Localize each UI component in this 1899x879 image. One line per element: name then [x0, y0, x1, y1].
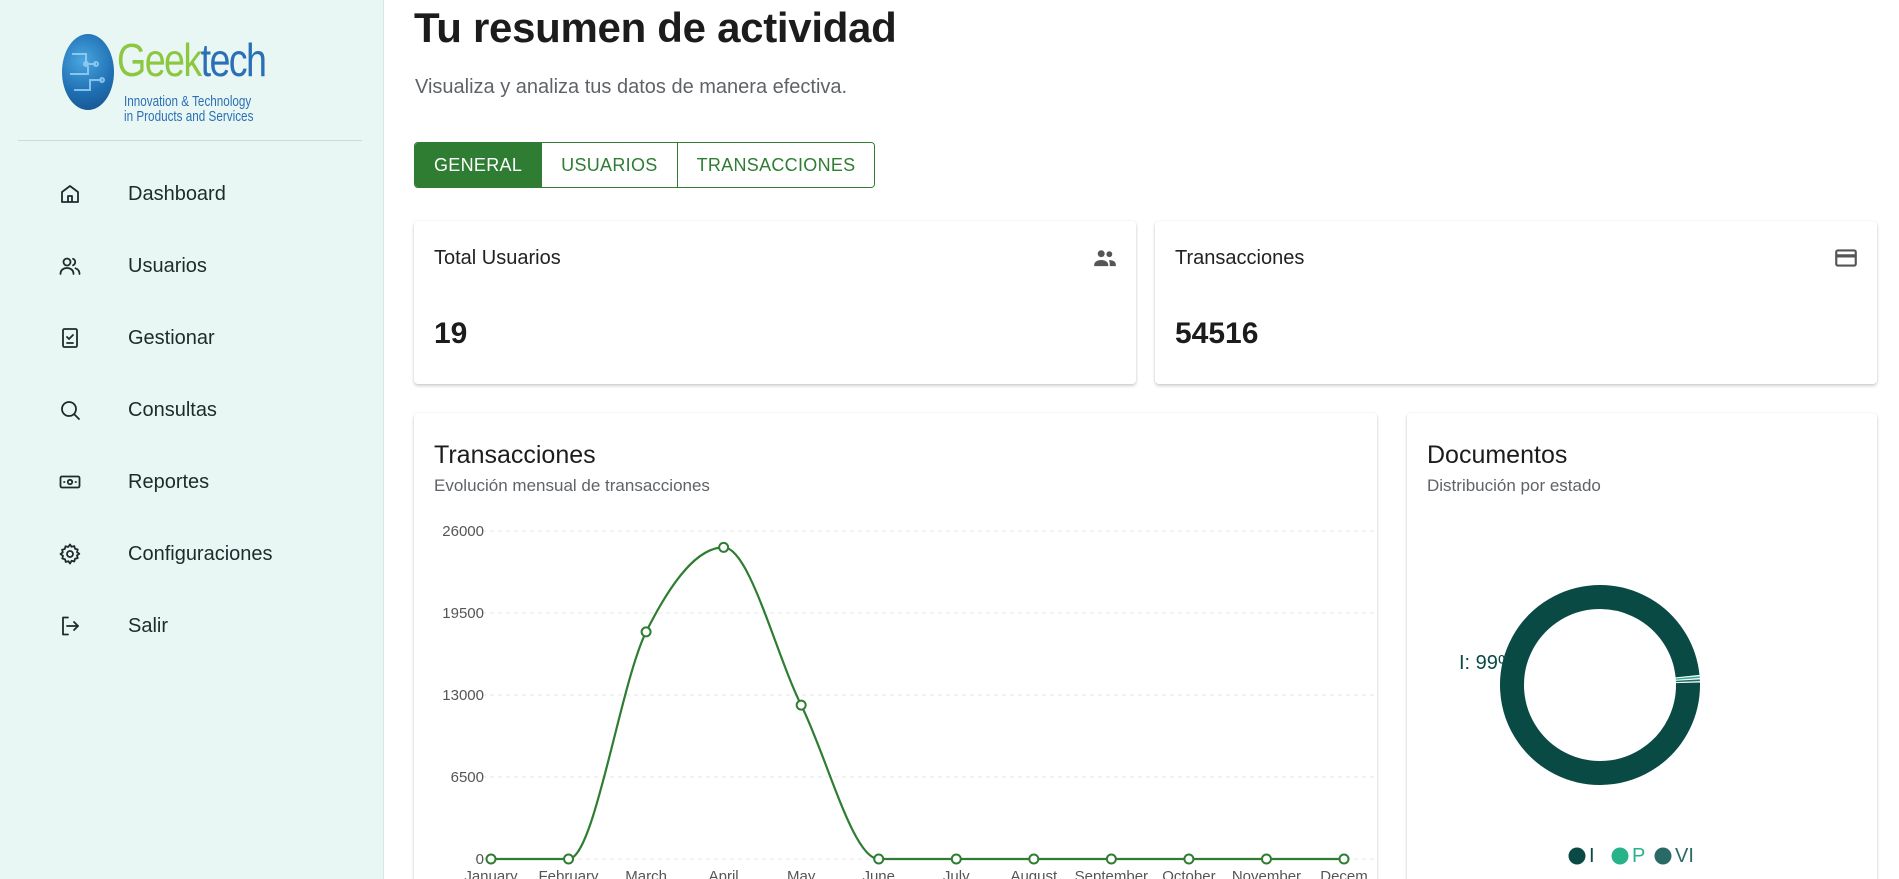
tab-transacciones[interactable]: TRANSACCIONES	[677, 143, 875, 187]
sidebar-item-label: Gestionar	[128, 326, 215, 349]
y-tick-label: 6500	[451, 769, 484, 786]
stat-card-transacciones: Transacciones 54516	[1155, 221, 1877, 384]
stat-label: Total Usuarios	[434, 247, 561, 269]
y-tick-label: 26000	[442, 523, 484, 540]
data-point	[873, 853, 885, 865]
transactions-chart-card: Transacciones Evolución mensual de trans…	[414, 413, 1377, 879]
sidebar-nav: Dashboard Usuarios Gestionar Consultas R…	[0, 158, 384, 662]
legend-label: VI	[1675, 845, 1694, 867]
sidebar-item-reportes[interactable]: Reportes	[0, 446, 384, 518]
logout-icon	[56, 612, 84, 640]
brand-logo[interactable]: Geektech Innovation & Technology in Prod…	[60, 32, 280, 132]
data-point	[640, 626, 652, 638]
x-tick-label: July	[943, 868, 970, 879]
legend-marker	[1654, 847, 1672, 865]
logo-globe-icon	[62, 34, 114, 110]
brand-name-part1: Geek	[117, 34, 202, 86]
sidebar-item-label: Reportes	[128, 470, 210, 493]
x-tick-label: March	[625, 868, 667, 879]
y-tick-label: 19500	[442, 605, 484, 622]
gear-icon	[56, 540, 84, 568]
x-tick-label: May	[787, 868, 816, 879]
page-subtitle: Visualiza y analiza tus datos de manera …	[415, 76, 848, 98]
sidebar-divider	[18, 140, 362, 141]
tab-general[interactable]: GENERAL	[415, 143, 543, 187]
brand-tagline-line2: in Products and Services	[124, 108, 254, 125]
view-tabs: GENERAL USUARIOS TRANSACCIONES	[414, 142, 876, 188]
transactions-line-chart: 0 6500 13000 19500 26000 January February March…	[442, 523, 1374, 879]
legend-label: I	[1589, 845, 1595, 867]
sidebar-item-label: Usuarios	[128, 254, 207, 277]
sidebar-item-label: Salir	[128, 614, 169, 637]
documents-chart-card: Documentos Distribución por estado I: 99…	[1407, 413, 1877, 879]
stat-value: 19	[434, 317, 468, 350]
group-icon	[1092, 245, 1118, 271]
x-tick-label: September	[1075, 868, 1148, 879]
data-point	[1183, 853, 1195, 865]
x-tick-label: November	[1232, 868, 1301, 879]
sidebar-item-label: Dashboard	[128, 182, 226, 205]
x-tick-label: Decem	[1320, 868, 1368, 879]
sidebar-item-configuraciones[interactable]: Configuraciones	[0, 518, 384, 590]
app-root: Geektech Innovation & Technology in Prod…	[0, 0, 1899, 879]
x-tick-label: April	[709, 868, 739, 879]
data-point	[795, 699, 807, 711]
x-tick-label: June	[862, 868, 895, 879]
stat-card-total-usuarios: Total Usuarios 19	[414, 221, 1136, 384]
series-line	[490, 546, 1344, 861]
brand-wordmark: Geektech	[117, 34, 267, 86]
documents-donut-chart: I: 99% I P VI	[1459, 585, 1700, 867]
sidebar: Geektech Innovation & Technology in Prod…	[0, 0, 384, 879]
y-tick-label: 13000	[442, 687, 484, 704]
page-title: Tu resumen de actividad	[414, 4, 897, 51]
data-point	[563, 853, 575, 865]
y-tick-label: 0	[476, 851, 484, 868]
credit-card-icon	[1833, 245, 1859, 271]
stat-label: Transacciones	[1175, 247, 1305, 269]
sidebar-item-usuarios[interactable]: Usuarios	[0, 230, 384, 302]
slice-label: I: 99%	[1459, 652, 1516, 674]
clipboard-check-icon	[56, 324, 84, 352]
x-tick-label: January	[464, 868, 518, 879]
main-content: Tu resumen de actividad Visualiza y anal…	[384, 0, 1899, 879]
legend-label: P	[1632, 845, 1645, 867]
legend-marker	[1568, 847, 1586, 865]
sidebar-item-label: Consultas	[128, 398, 217, 421]
x-tick-label: August	[1010, 868, 1058, 879]
sidebar-item-gestionar[interactable]: Gestionar	[0, 302, 384, 374]
users-icon	[56, 252, 84, 280]
search-icon	[56, 396, 84, 424]
tab-usuarios[interactable]: USUARIOS	[542, 143, 678, 187]
sidebar-item-salir[interactable]: Salir	[0, 590, 384, 662]
sidebar-item-label: Configuraciones	[128, 542, 273, 565]
brand-tagline-line1: Innovation & Technology	[124, 93, 252, 110]
stat-value: 54516	[1175, 317, 1259, 350]
data-point	[950, 853, 962, 865]
x-tick-label: February	[539, 868, 600, 879]
data-point	[1260, 853, 1272, 865]
data-point	[485, 853, 497, 865]
data-point	[1105, 853, 1117, 865]
cash-icon	[56, 468, 84, 496]
data-point	[1338, 853, 1350, 865]
x-tick-label: October	[1162, 868, 1215, 879]
brand-name-part2: tech	[200, 34, 267, 86]
donut-slice	[1500, 585, 1700, 785]
brand-tagline: Innovation & Technology in Products and …	[124, 93, 254, 125]
legend-marker	[1611, 847, 1629, 865]
home-icon	[56, 180, 84, 208]
data-point	[718, 541, 730, 553]
sidebar-item-dashboard[interactable]: Dashboard	[0, 158, 384, 230]
data-point	[1028, 853, 1040, 865]
sidebar-item-consultas[interactable]: Consultas	[0, 374, 384, 446]
